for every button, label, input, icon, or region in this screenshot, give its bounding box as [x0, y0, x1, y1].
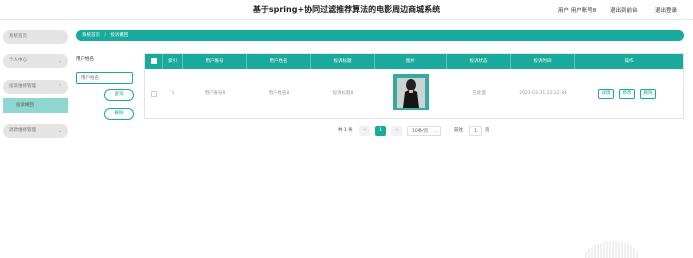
page-number-current[interactable]: 1	[375, 126, 386, 136]
column-header: 操作	[624, 59, 634, 64]
exit-to-front-link[interactable]: 退出到前台	[610, 6, 638, 14]
sidebar-item-label: 系统首页	[9, 34, 27, 39]
column-header: 索引	[163, 54, 183, 69]
goto-page-input[interactable]: 1	[469, 126, 482, 136]
sidebar-item-label: 投诉维修管理	[9, 84, 36, 89]
table-header: 索引 用户账号 用户姓名 投诉标题 图片 投诉状态 投诉时间 操作	[145, 54, 683, 69]
goto-label: 前往	[454, 128, 463, 133]
breadcrumb-home[interactable]: 系统首页	[82, 33, 100, 38]
prev-page-button[interactable]: <	[359, 126, 370, 136]
decorative-lines	[585, 241, 638, 258]
column-header: 投诉状态	[447, 54, 511, 69]
sidebar-item-home[interactable]: 系统首页	[3, 30, 68, 44]
top-bar: 基于spring+协同过滤推荐算法的电影周边商城系统 用户 用户账号8 退出到前…	[0, 0, 693, 20]
sidebar-item-refund-management[interactable]: 退款维修管理 ⌄	[3, 124, 68, 138]
name-search-input[interactable]	[76, 71, 133, 84]
page-size-select[interactable]: 10条/页 ⌄	[407, 126, 441, 136]
chevron-down-icon: ⌄	[57, 128, 62, 134]
column-header: 图片	[375, 54, 447, 69]
chevron-down-icon: ⌄	[434, 129, 438, 134]
chevron-up-icon: ⌃	[57, 84, 62, 90]
row-delete-button[interactable]: 删除	[640, 89, 656, 99]
cell-time: 2023-03-31 22:22:34	[519, 91, 567, 96]
row-checkbox[interactable]	[151, 91, 157, 97]
sidebar-item-complaint-management[interactable]: 投诉维修管理 ⌃	[3, 80, 68, 94]
search-button[interactable]: 查询	[104, 89, 134, 101]
search-panel: 用户姓名	[76, 56, 136, 84]
column-header: 投诉标题	[311, 54, 375, 69]
cell-account: 用户账号8	[204, 91, 226, 96]
page-size-value: 10条/页	[412, 129, 429, 134]
cell-status: 已处理	[472, 91, 486, 96]
cell-title: 投诉标题8	[332, 91, 354, 96]
sidebar-item-label: 投诉撤回	[16, 103, 34, 108]
detail-button[interactable]: 详情	[598, 89, 614, 99]
filter-label: 用户姓名	[76, 57, 94, 62]
select-all-checkbox[interactable]	[151, 58, 157, 64]
sidebar-item-profile[interactable]: 个人中心 ⌄	[3, 54, 68, 68]
sidebar: 系统首页 个人中心 ⌄ 投诉维修管理 ⌃ 投诉撤回 退款维修管理 ⌄	[0, 22, 70, 258]
goto-unit: 页	[485, 128, 490, 133]
breadcrumb-current: 投诉撤回	[110, 33, 129, 38]
header-select-cell	[145, 54, 163, 69]
user-indicator: 用户 用户账号8	[558, 8, 597, 14]
chevron-down-icon: ⌄	[57, 58, 62, 64]
pagination-total: 共 1 条	[338, 128, 353, 133]
complaint-image	[393, 74, 429, 110]
logout-link[interactable]: 退出登录	[655, 6, 677, 14]
breadcrumb: 系统首页 / 投诉撤回	[76, 30, 684, 41]
cell-name: 用户姓名8	[268, 91, 290, 96]
column-header: 用户姓名	[247, 54, 311, 69]
column-header: 用户账号	[183, 54, 247, 69]
sidebar-subitem-complaint-withdraw[interactable]: 投诉撤回	[3, 98, 68, 113]
next-page-button[interactable]: >	[391, 126, 402, 136]
delete-button[interactable]: 删除	[104, 108, 134, 120]
sidebar-item-label: 退款维修管理	[9, 128, 36, 133]
edit-button[interactable]: 修改	[619, 89, 635, 99]
sidebar-item-label: 个人中心	[9, 58, 27, 63]
breadcrumb-separator: /	[104, 33, 106, 38]
cell-index: 1	[171, 91, 175, 96]
column-header: 投诉时间	[511, 54, 575, 69]
